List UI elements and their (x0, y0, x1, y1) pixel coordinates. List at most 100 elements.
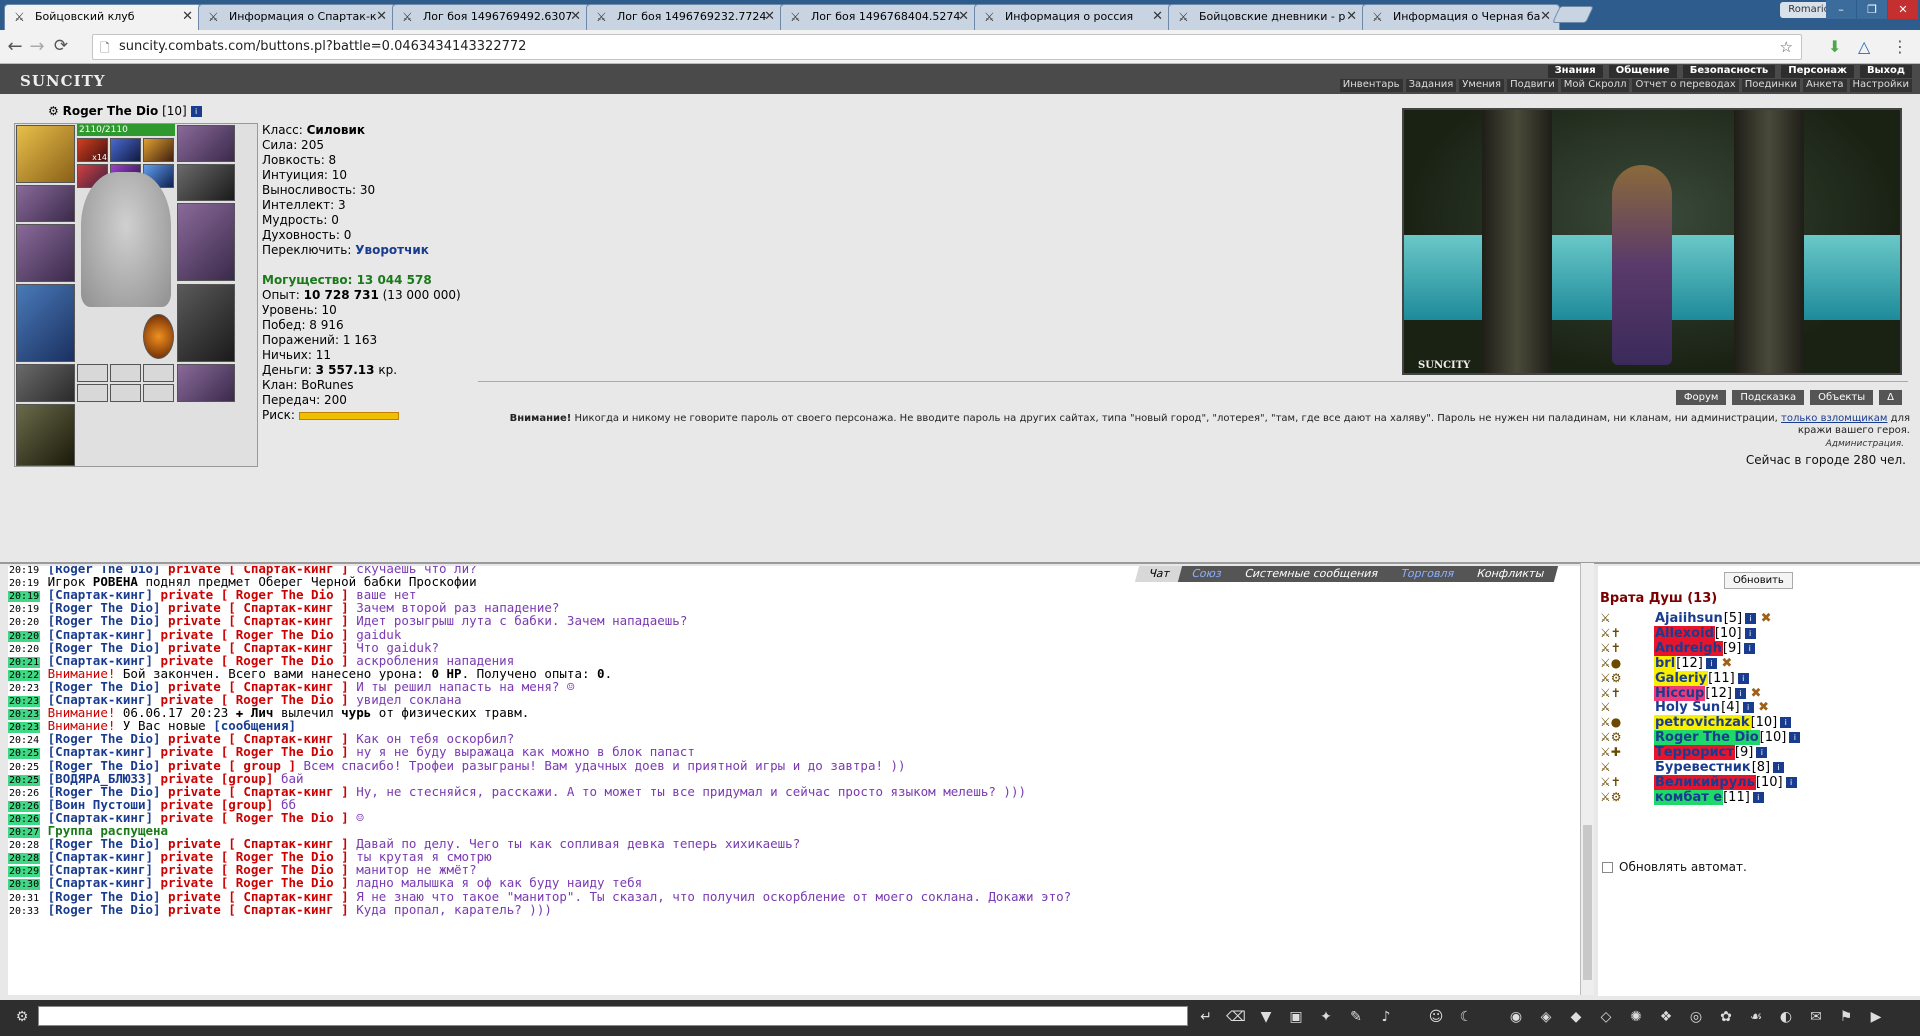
message-time[interactable]: 20:33 (8, 905, 41, 917)
info-icon[interactable]: i (1744, 642, 1756, 654)
smile-icon[interactable]: ☺ (1426, 1007, 1446, 1027)
chat-tab[interactable]: Системные сообщения (1230, 566, 1393, 582)
ability-icon-1[interactable]: ◉ (1506, 1007, 1526, 1027)
ring-slot-2[interactable] (110, 364, 141, 382)
main-menu-item[interactable]: Безопасность (1682, 65, 1776, 78)
scroll-slot-2[interactable] (143, 138, 174, 162)
legs-slot[interactable] (177, 284, 235, 362)
clear-icon[interactable]: ⌫ (1226, 1007, 1246, 1027)
ability-icon-11[interactable]: ✉ (1806, 1007, 1826, 1027)
info-icon[interactable]: i (1773, 762, 1785, 773)
info-icon[interactable]: i (1785, 776, 1797, 788)
ability-icon-2[interactable]: ◈ (1536, 1007, 1556, 1027)
info-icon[interactable]: i (1737, 672, 1749, 684)
sub-menu-item[interactable]: Инвентарь (1339, 79, 1403, 92)
panel-button[interactable]: Δ (1879, 390, 1902, 405)
scroll-thumb[interactable] (1583, 825, 1592, 980)
info-icon[interactable]: i (190, 106, 202, 117)
chat-input[interactable] (38, 1006, 1188, 1026)
download-ext-icon[interactable]: ⬇ (1828, 37, 1841, 57)
armor-slot[interactable] (16, 284, 75, 362)
info-icon[interactable]: i (1744, 627, 1756, 639)
browser-tab[interactable]: ⚔ Информация о Спартак-к ✕ (198, 4, 396, 30)
close-tab-icon[interactable]: ✕ (1152, 5, 1163, 29)
chat-tab[interactable]: Торговля (1386, 566, 1469, 582)
ring-slot-6[interactable] (143, 384, 174, 402)
pumpkin-slot[interactable] (143, 314, 174, 359)
forward-icon[interactable]: → (26, 36, 48, 57)
browser-tab[interactable]: ⚔ Лог боя 1496769492.6307 ✕ (392, 4, 590, 30)
attack-icon[interactable]: ✖ (1756, 611, 1772, 626)
slash-icon[interactable]: ✎ (1346, 1007, 1366, 1027)
browser-tab[interactable]: ⚔ Информация о россия ✕ (974, 4, 1172, 30)
ability-icon-6[interactable]: ❖ (1656, 1007, 1676, 1027)
sub-menu-item[interactable]: Отчет о переводах (1632, 79, 1739, 92)
ability-icon-12[interactable]: ⚑ (1836, 1007, 1856, 1027)
offhand-slot[interactable] (177, 203, 235, 281)
url-field[interactable]: 🗋 suncity.combats.com/buttons.pl?battle=… (92, 34, 1802, 60)
weapon-slot[interactable] (16, 224, 75, 282)
browser-tab[interactable]: ⚔ Лог боя 1496769232.7724 ✕ (586, 4, 784, 30)
sub-menu-item[interactable]: Анкета (1802, 79, 1847, 92)
sub-menu-item[interactable]: Умения (1459, 79, 1505, 92)
play-icon[interactable]: ▶ (1866, 1007, 1886, 1027)
panel-button[interactable]: Объекты (1810, 390, 1874, 405)
sub-menu-item[interactable]: Поединки (1741, 79, 1800, 92)
save-icon[interactable]: ▣ (1286, 1007, 1306, 1027)
browser-tab[interactable]: ⚔ Информация о Черная ба ✕ (1362, 4, 1560, 30)
scroll-slot-1[interactable] (110, 138, 141, 162)
chat-tab[interactable]: Союз (1178, 566, 1237, 582)
filter-icon[interactable]: ▼ (1256, 1007, 1276, 1027)
ability-icon-3[interactable]: ◆ (1566, 1007, 1586, 1027)
ability-icon-7[interactable]: ◎ (1686, 1007, 1706, 1027)
ability-icon-4[interactable]: ◇ (1596, 1007, 1616, 1027)
panel-button[interactable]: Форум (1675, 390, 1727, 405)
ring-slot-4[interactable] (77, 384, 108, 402)
browser-tab[interactable]: ⚔ Лог боя 1496768404.5274 ✕ (780, 4, 978, 30)
close-tab-icon[interactable]: ✕ (570, 5, 581, 29)
close-tab-icon[interactable]: ✕ (764, 5, 775, 29)
location-scene[interactable]: SUNCITY (1402, 108, 1902, 375)
refresh-button[interactable]: Обновить (1724, 572, 1793, 589)
sender-name[interactable]: [Roger The Dio] (48, 902, 161, 917)
triangle-ext-icon[interactable]: △ (1858, 37, 1870, 57)
close-tab-icon[interactable]: ✕ (1346, 5, 1357, 29)
bracer-slot[interactable] (16, 185, 75, 222)
ring-slot-5[interactable] (110, 384, 141, 402)
main-menu-item[interactable]: Общение (1608, 65, 1677, 78)
info-icon[interactable]: i (1789, 732, 1801, 744)
close-tab-icon[interactable]: ✕ (1540, 5, 1551, 29)
warning-link[interactable]: только взломщикам (1781, 413, 1887, 424)
close-tab-icon[interactable]: ✕ (958, 5, 969, 29)
checkbox-icon[interactable] (1602, 862, 1613, 873)
belt-slot[interactable] (16, 364, 75, 402)
switch-link[interactable]: Уворотчик (355, 243, 429, 257)
figure-icon[interactable]: ✦ (1316, 1007, 1336, 1027)
boots-slot[interactable] (16, 404, 75, 466)
chat-scrollbar[interactable] (1580, 563, 1594, 995)
panel-button[interactable]: Подсказка (1732, 390, 1805, 405)
helmet-slot[interactable] (16, 125, 75, 183)
browser-tab[interactable]: ⚔ Бойцовские дневники - р ✕ (1168, 4, 1366, 30)
auto-refresh-toggle[interactable]: Обновлять автомат. (1602, 860, 1747, 874)
ability-icon-9[interactable]: ☙ (1746, 1007, 1766, 1027)
info-icon[interactable]: i (1705, 657, 1717, 669)
moon-icon[interactable]: ☾ (1456, 1007, 1476, 1027)
close-tab-icon[interactable]: ✕ (376, 5, 387, 29)
close-window-button[interactable]: ✕ (1888, 0, 1918, 19)
private-target[interactable]: private [ Roger The Dio ] (153, 810, 349, 825)
sub-menu-item[interactable]: Настройки (1849, 79, 1912, 92)
main-menu-item[interactable]: Выход (1859, 65, 1912, 78)
main-menu-item[interactable]: Знания (1547, 65, 1603, 78)
ring-slot-3[interactable] (143, 364, 174, 382)
star-icon[interactable]: ☆ (1780, 35, 1793, 59)
frame-divider[interactable] (0, 562, 1920, 564)
ability-icon-5[interactable]: ✺ (1626, 1007, 1646, 1027)
close-tab-icon[interactable]: ✕ (182, 5, 193, 29)
info-icon[interactable]: i (1735, 687, 1746, 699)
chat-tab[interactable]: Чат (1134, 566, 1184, 582)
ability-icon-10[interactable]: ◐ (1776, 1007, 1796, 1027)
page-info-icon[interactable]: 🗋 (100, 36, 110, 60)
info-icon[interactable]: i (1745, 613, 1757, 624)
necklace-slot[interactable] (177, 164, 235, 201)
